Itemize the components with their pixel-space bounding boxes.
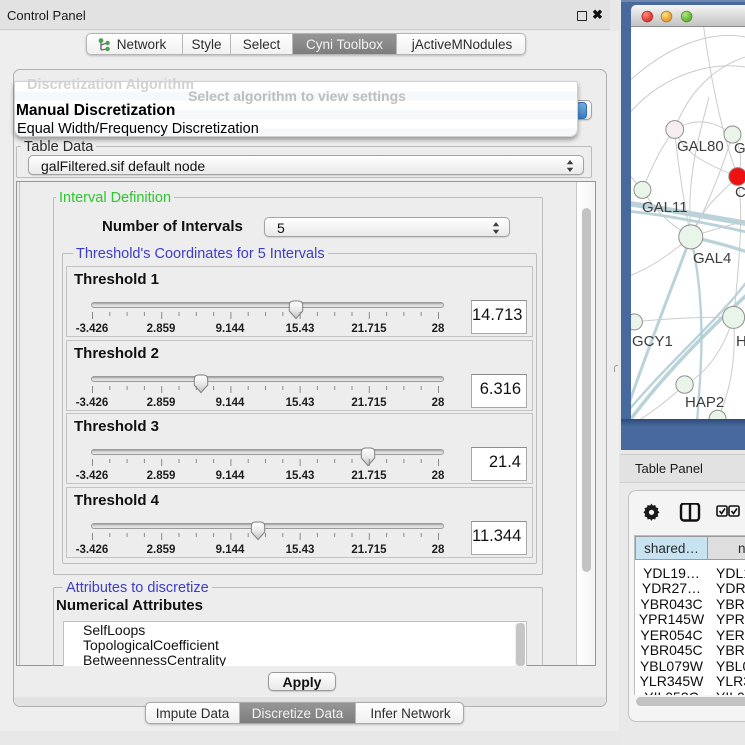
svg-text:H: H	[736, 333, 745, 350]
svg-text:GAL4: GAL4	[693, 250, 731, 267]
svg-text:GAL11: GAL11	[642, 199, 688, 216]
svg-text:HAP2: HAP2	[685, 394, 724, 411]
svg-text:C: C	[735, 184, 745, 201]
svg-text:GA: GA	[734, 140, 745, 157]
svg-text:GCY1: GCY1	[632, 333, 673, 350]
svg-text:GAL80: GAL80	[677, 138, 724, 155]
